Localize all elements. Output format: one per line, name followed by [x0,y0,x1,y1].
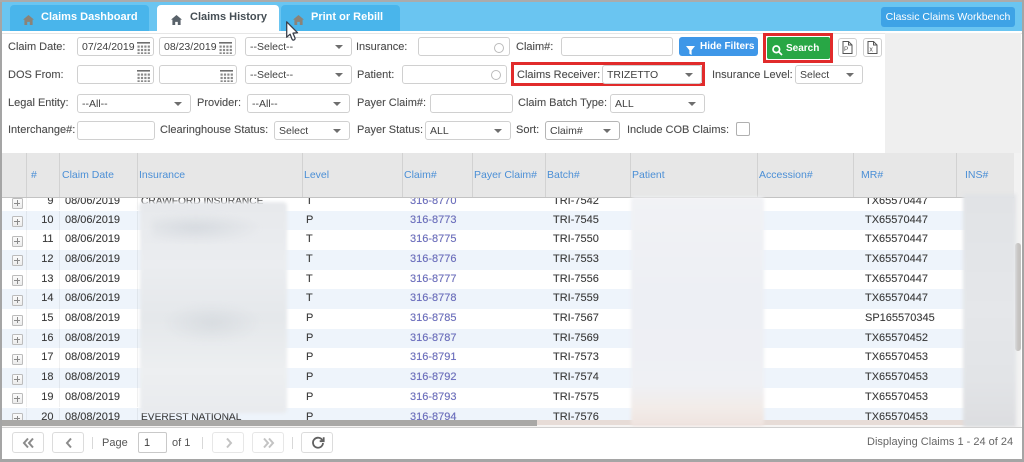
svg-text:P: P [844,46,848,53]
svg-text:x: x [869,47,873,54]
